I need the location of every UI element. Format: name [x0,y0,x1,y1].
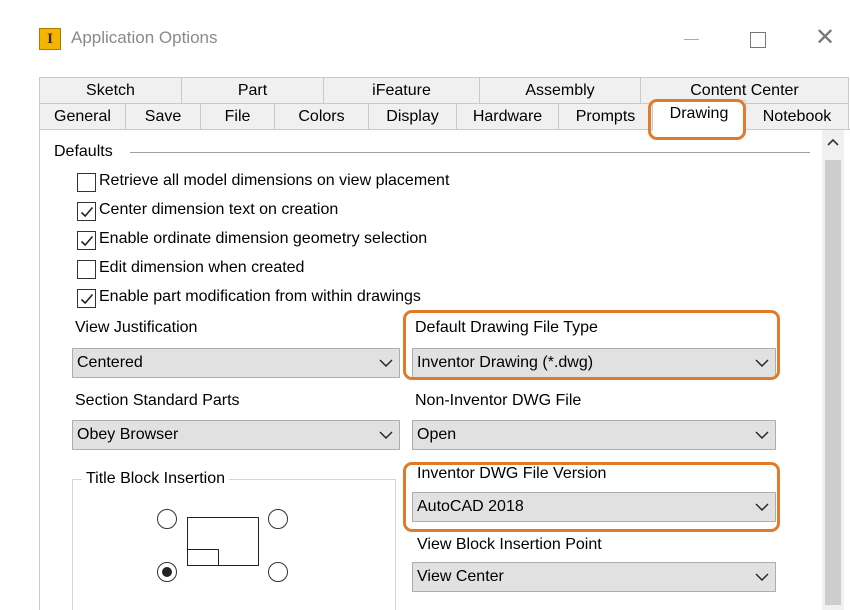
view-justification-label: View Justification [75,319,198,336]
checkbox-label: Enable ordinate dimension geometry selec… [99,230,428,247]
radio-top-right[interactable] [268,509,288,529]
radio-bottom-left[interactable] [157,562,177,582]
tab-file[interactable]: File [200,103,275,130]
tab-prompts[interactable]: Prompts [558,103,653,130]
inventor-app-icon: I [39,28,61,50]
minimize-icon[interactable] [676,24,706,54]
chevron-down-icon [379,431,393,439]
tab-notebook[interactable]: Notebook [745,103,849,130]
dwg-version-select[interactable]: AutoCAD 2018 [412,492,776,522]
checkmark-icon [80,206,94,218]
non-inventor-dwg-select[interactable]: Open [412,420,776,450]
view-block-insertion-label: View Block Insertion Point [417,536,602,553]
dwg-version-label: Inventor DWG File Version [417,465,607,482]
checkbox-label: Edit dimension when created [99,259,305,276]
default-file-type-select[interactable]: Inventor Drawing (*.dwg) [412,348,776,378]
tab-part[interactable]: Part [181,77,324,104]
checkmark-icon [80,235,94,247]
section-standard-parts-select[interactable]: Obey Browser [72,420,400,450]
section-standard-parts-label: Section Standard Parts [75,392,240,409]
part-modification-checkbox[interactable] [77,289,96,308]
scroll-up-icon[interactable] [822,132,844,156]
window-title: Application Options [71,28,218,47]
title-block-insertion-label: Title Block Insertion [82,470,230,488]
chevron-down-icon [379,359,393,367]
title-bar: I Application Options ✕ [0,0,850,60]
defaults-section-title: Defaults [54,143,113,160]
checkbox-label: Retrieve all model dimensions on view pl… [99,172,450,189]
radio-bottom-right[interactable] [268,562,288,582]
chevron-down-icon [755,431,769,439]
title-block-preview-icon [187,549,219,566]
chevron-down-icon [755,359,769,367]
tab-drawing[interactable]: Drawing [652,100,746,131]
checkmark-icon [80,293,94,305]
view-justification-select[interactable]: Centered [72,348,400,378]
tab-hardware[interactable]: Hardware [456,103,559,130]
ordinate-selection-checkbox[interactable] [77,231,96,250]
chevron-down-icon [755,573,769,581]
tab-display[interactable]: Display [368,103,457,130]
radio-selected-dot [162,567,172,577]
close-icon[interactable]: ✕ [810,24,840,54]
center-dimension-text-checkbox[interactable] [77,202,96,221]
scrollbar-thumb[interactable] [825,160,841,605]
tab-sketch[interactable]: Sketch [39,77,182,104]
checkbox-label: Enable part modification from within dra… [99,288,421,305]
section-divider [130,152,810,153]
maximize-icon[interactable] [742,24,772,54]
tab-ifeature[interactable]: iFeature [323,77,480,104]
checkbox-label: Center dimension text on creation [99,201,339,218]
tab-general[interactable]: General [39,103,126,130]
view-block-insertion-select[interactable]: View Center [412,562,776,592]
chevron-down-icon [755,503,769,511]
tab-save[interactable]: Save [125,103,201,130]
tab-colors[interactable]: Colors [274,103,369,130]
edit-dimension-checkbox[interactable] [77,260,96,279]
tab-assembly[interactable]: Assembly [479,77,641,104]
retrieve-dimensions-checkbox[interactable] [77,173,96,192]
radio-top-left[interactable] [157,509,177,529]
non-inventor-dwg-label: Non-Inventor DWG File [415,392,582,409]
default-file-type-label: Default Drawing File Type [415,319,598,336]
